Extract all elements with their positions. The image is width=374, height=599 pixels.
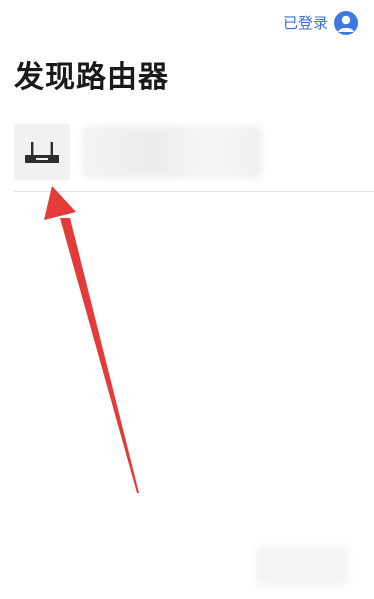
user-avatar-icon[interactable] — [334, 11, 358, 35]
device-name-redacted — [82, 126, 262, 178]
router-icon[interactable] — [14, 124, 70, 180]
device-list-item[interactable] — [0, 118, 374, 192]
login-status-text[interactable]: 已登录 — [283, 10, 328, 36]
redacted-area — [256, 546, 348, 586]
page-title: 发现路由器 — [14, 60, 169, 95]
login-status-area[interactable]: 已登录 — [283, 10, 358, 36]
divider — [14, 191, 374, 192]
